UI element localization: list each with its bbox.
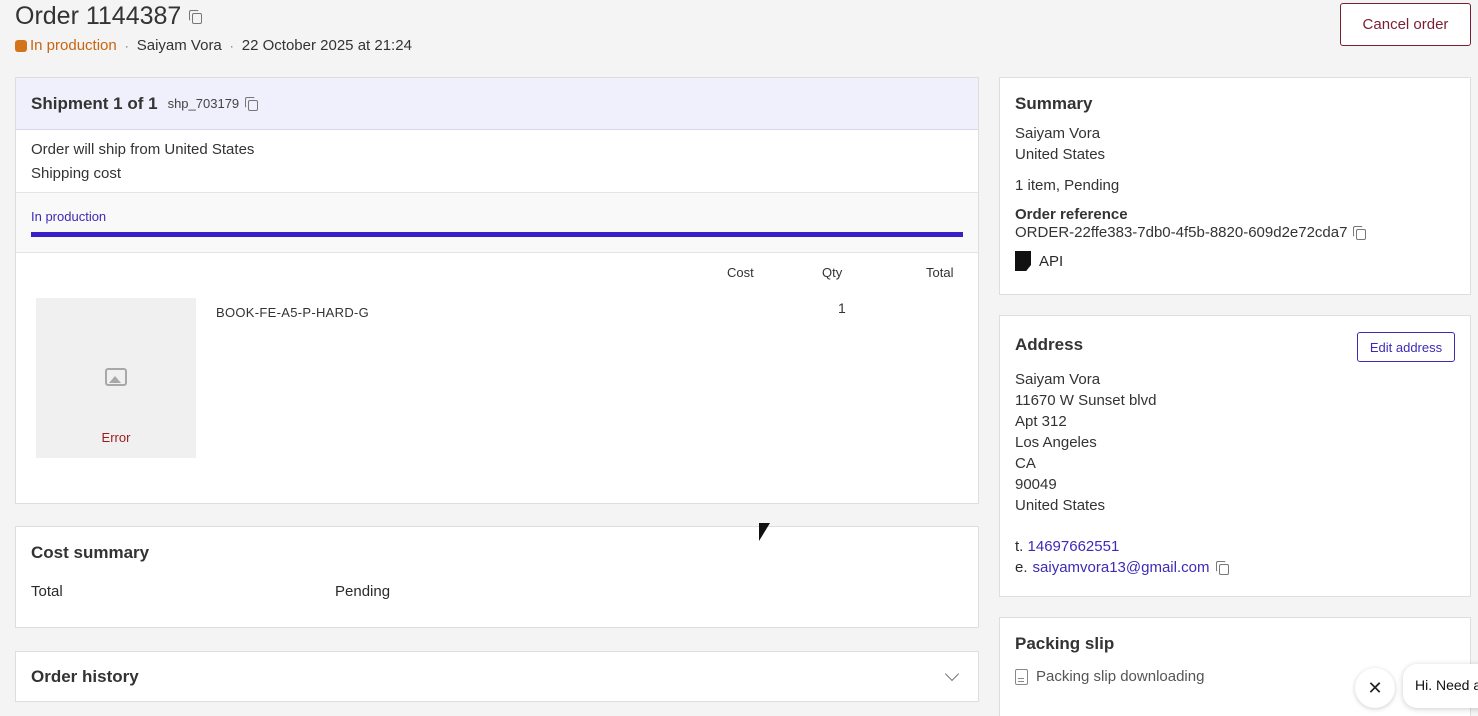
item-qty: 1	[838, 300, 846, 316]
address-card: Address Edit address Saiyam Vora 11670 W…	[999, 315, 1471, 597]
copy-reference-icon[interactable]	[1353, 226, 1367, 240]
image-icon	[105, 368, 127, 386]
order-customer: Saiyam Vora	[136, 37, 222, 54]
column-cost: Cost	[727, 265, 754, 280]
email-prefix: e.	[1015, 559, 1028, 576]
summary-country: United States	[1015, 146, 1106, 163]
ship-from: Order will ship from United States	[31, 141, 255, 158]
order-date: 22 October 2025 at 21:24	[241, 37, 412, 54]
progress-label: In production	[31, 209, 107, 224]
separator: ·	[124, 38, 129, 53]
address-line: Apt 312	[1015, 413, 1067, 430]
email-link[interactable]: saiyamvora13@gmail.com	[1033, 557, 1210, 578]
shipment-id-text: shp_703179	[167, 96, 240, 111]
phone-row: t. 14697662551	[1015, 536, 1455, 557]
shipment-info: Order will ship from United States Shipp…	[16, 130, 978, 193]
edit-address-button[interactable]: Edit address	[1357, 332, 1455, 362]
chevron-down-icon	[944, 666, 960, 681]
address-contact: t. 14697662551 e. saiyamvora13@gmail.com	[1015, 536, 1455, 578]
cost-total-label: Total	[31, 583, 63, 600]
mouse-cursor-icon	[759, 523, 770, 541]
address-line: CA	[1015, 455, 1036, 472]
order-reference-label: Order reference	[1015, 206, 1128, 223]
cancel-order-button[interactable]: Cancel order	[1340, 3, 1471, 46]
phone-prefix: t.	[1015, 538, 1024, 555]
order-reference-value: ORDER-22ffe383-7db0-4f5b-8820-609d2e72cd…	[1015, 224, 1348, 241]
order-history-title: Order history	[31, 666, 139, 686]
shipment-title: Shipment 1 of 1	[31, 93, 158, 113]
chat-message-bubble[interactable]: Hi. Need a	[1403, 664, 1478, 708]
cost-summary-card: Cost summary Total Pending	[15, 526, 979, 628]
shipping-cost-label: Shipping cost	[31, 165, 122, 182]
column-qty: Qty	[822, 265, 843, 280]
address-line: Los Angeles	[1015, 434, 1097, 451]
summary-customer: Saiyam Vora United States	[1015, 123, 1455, 165]
copy-order-id-icon[interactable]	[189, 10, 203, 24]
separator: ·	[229, 38, 234, 53]
order-title: Order 1144387	[15, 2, 203, 31]
summary-card: Summary Saiyam Vora United States 1 item…	[999, 77, 1471, 295]
product-image-placeholder: Error	[36, 298, 196, 458]
order-reference: ORDER-22ffe383-7db0-4f5b-8820-609d2e72cd…	[1015, 224, 1455, 241]
phone-link[interactable]: 14697662551	[1028, 538, 1120, 555]
email-row: e. saiyamvora13@gmail.com	[1015, 557, 1455, 578]
summary-name: Saiyam Vora	[1015, 125, 1101, 142]
order-source: API	[1015, 251, 1455, 271]
shipment-header: Shipment 1 of 1 shp_703179	[16, 78, 978, 130]
document-icon	[1015, 668, 1028, 685]
packing-slip-status-text: Packing slip downloading	[1036, 668, 1205, 685]
address-lines: Saiyam Vora 11670 W Sunset blvd Apt 312 …	[1015, 369, 1455, 516]
order-source-label: API	[1039, 252, 1064, 270]
chat-close-icon[interactable]: ✕	[1355, 668, 1395, 708]
api-icon	[1015, 251, 1031, 271]
shipment-progress: In production	[16, 193, 978, 253]
item-sku: BOOK-FE-A5-P-HARD-G	[216, 305, 370, 320]
address-line: 11670 W Sunset blvd	[1015, 392, 1157, 409]
shipment-id: shp_703179	[168, 96, 259, 111]
order-title-text: Order 1144387	[15, 2, 182, 30]
order-history-toggle[interactable]: Order history	[15, 651, 979, 702]
progress-bar	[31, 232, 963, 237]
address-line: United States	[1015, 497, 1106, 514]
copy-shipment-id-icon[interactable]	[245, 97, 259, 111]
address-line: Saiyam Vora	[1015, 371, 1101, 388]
summary-title: Summary	[1015, 94, 1093, 113]
order-status: In production	[30, 37, 117, 54]
column-total: Total	[926, 265, 954, 280]
cost-summary-title: Cost summary	[31, 543, 150, 562]
copy-email-icon[interactable]	[1216, 561, 1230, 575]
status-indicator-icon	[15, 39, 27, 52]
cost-total-value: Pending	[335, 583, 391, 600]
image-error-text: Error	[101, 430, 131, 445]
order-meta: In production · Saiyam Vora · 22 October…	[15, 37, 412, 54]
shipment-card: Shipment 1 of 1 shp_703179 Order will sh…	[15, 77, 979, 504]
packing-slip-card: Packing slip Packing slip downloading	[999, 617, 1471, 716]
address-line: 90049	[1015, 476, 1057, 493]
summary-items-status: 1 item, Pending	[1015, 177, 1120, 194]
packing-slip-title: Packing slip	[1015, 634, 1115, 653]
